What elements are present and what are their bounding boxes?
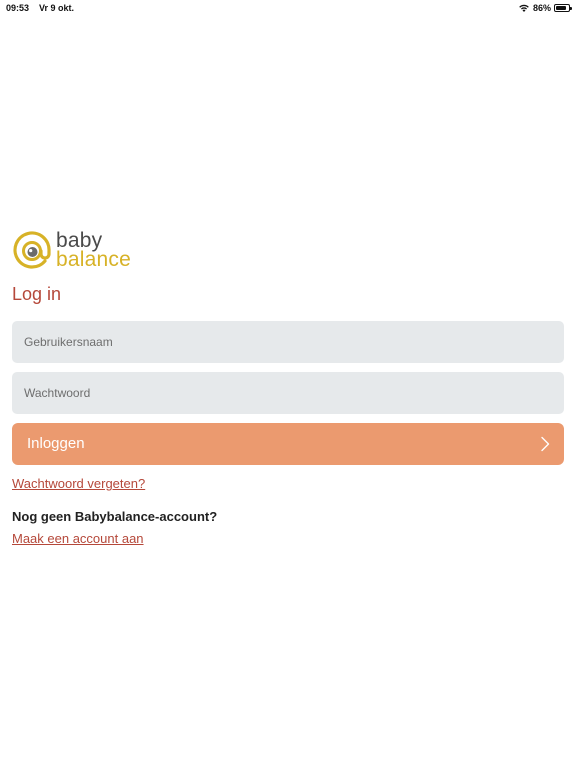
username-field[interactable] bbox=[12, 321, 564, 363]
battery-icon bbox=[554, 4, 572, 12]
chevron-right-icon bbox=[541, 436, 550, 452]
wifi-icon bbox=[519, 4, 529, 12]
no-account-text: Nog geen Babybalance-account? bbox=[12, 509, 218, 524]
battery-tip bbox=[570, 7, 572, 10]
status-indicators: 86% bbox=[518, 2, 572, 14]
login-button-label: Inloggen bbox=[27, 435, 85, 452]
status-date: Vr 9 okt. bbox=[39, 3, 75, 13]
logo-word-balance: balance bbox=[56, 248, 131, 271]
create-account-link[interactable]: Maak een account aan bbox=[12, 531, 144, 546]
forgot-password-link[interactable]: Wachtwoord vergeten? bbox=[12, 476, 145, 491]
at-sign-baby-icon bbox=[13, 231, 51, 269]
babybalance-logo: baby balance bbox=[12, 230, 142, 272]
status-bar: 09:53 Vr 9 okt. 86% bbox=[0, 0, 576, 16]
password-field[interactable] bbox=[12, 372, 564, 414]
status-time: 09:53 bbox=[6, 3, 30, 13]
battery-percentage: 86% bbox=[532, 3, 551, 13]
battery-fill bbox=[556, 6, 567, 10]
page-title: Log in bbox=[12, 284, 62, 304]
login-button[interactable]: Inloggen bbox=[12, 423, 564, 465]
